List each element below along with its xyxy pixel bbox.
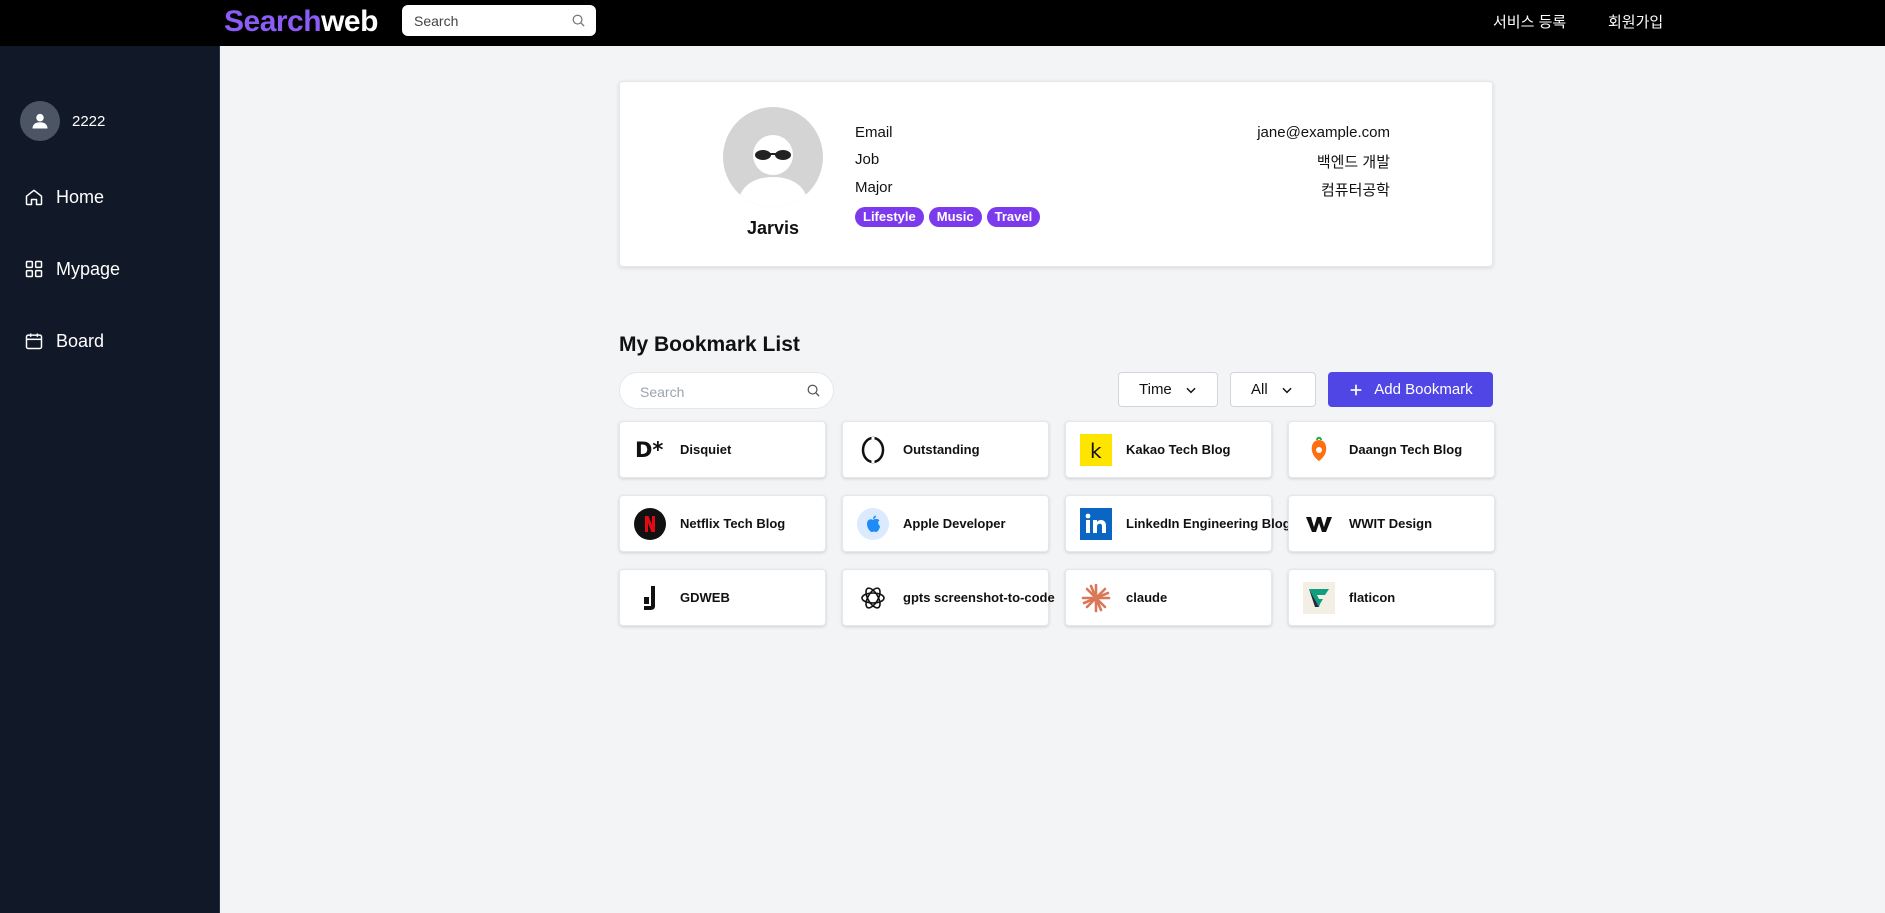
profile-name: Jarvis bbox=[746, 218, 800, 238]
tag-lifestyle: Lifestyle bbox=[855, 207, 924, 227]
bookmark-card[interactable]: Outstanding bbox=[842, 421, 1049, 478]
add-bookmark-label: Add Bookmark bbox=[1374, 381, 1473, 398]
bookmark-name: Outstanding bbox=[903, 442, 980, 457]
bookmark-card[interactable]: LinkedIn Engineering Blog bbox=[1065, 495, 1291, 552]
bookmark-name: Daangn Tech Blog bbox=[1349, 442, 1463, 457]
search-icon[interactable] bbox=[806, 383, 821, 403]
linkedin-logo-icon bbox=[1080, 507, 1112, 540]
header-search-box bbox=[402, 5, 596, 36]
bookmark-card[interactable]: claude bbox=[1065, 569, 1272, 626]
email-value: jane@example.com bbox=[1257, 124, 1390, 141]
filter-select-value: All bbox=[1251, 381, 1268, 398]
sidebar-item-board[interactable]: Board bbox=[24, 326, 104, 356]
openai-logo-icon bbox=[857, 582, 889, 614]
sidebar: 2222 Home Mypage Board bbox=[0, 46, 220, 913]
netflix-logo-icon bbox=[634, 507, 666, 540]
top-bar: Searchweb 서비스 등록 회원가입 bbox=[0, 0, 1885, 46]
bookmark-name: GDWEB bbox=[680, 590, 730, 605]
major-value: 컴퓨터공학 bbox=[1320, 182, 1390, 199]
bookmark-card[interactable]: Daangn Tech Blog bbox=[1288, 421, 1495, 478]
bookmark-card[interactable]: k Kakao Tech Blog bbox=[1065, 421, 1272, 478]
sidebar-user-name: 2222 bbox=[72, 112, 106, 130]
service-register-link[interactable]: 서비스 등록 bbox=[1493, 11, 1566, 32]
bookmark-name: WWIT Design bbox=[1349, 516, 1433, 531]
daangn-logo-icon bbox=[1303, 434, 1335, 466]
tag-music: Music bbox=[928, 207, 982, 227]
bookmark-name: Netflix Tech Blog bbox=[680, 516, 786, 531]
sidebar-item-label: Mypage bbox=[56, 258, 121, 279]
bookmark-card[interactable]: flaticon bbox=[1288, 569, 1495, 626]
chevron-down-icon bbox=[1184, 383, 1198, 397]
bookmark-name: Disquiet bbox=[680, 442, 732, 457]
gdweb-logo-icon bbox=[634, 582, 666, 614]
interest-tags: Lifestyle Music Travel bbox=[855, 207, 1041, 227]
sidebar-user[interactable]: 2222 bbox=[20, 101, 105, 141]
search-icon[interactable] bbox=[571, 13, 586, 33]
bookmark-name: claude bbox=[1126, 590, 1168, 605]
svg-text:D*: D* bbox=[635, 438, 663, 462]
calendar-icon bbox=[24, 331, 44, 351]
bookmark-card[interactable]: Netflix Tech Blog bbox=[619, 495, 826, 552]
bookmark-card[interactable]: gpts screenshot-to-code bbox=[842, 569, 1055, 626]
searchweb-logo[interactable]: Searchweb bbox=[224, 4, 378, 40]
chevron-down-icon bbox=[1280, 383, 1294, 397]
job-label: Job bbox=[855, 151, 880, 168]
bookmark-name: Apple Developer bbox=[903, 516, 1006, 531]
sidebar-item-home[interactable]: Home bbox=[24, 182, 104, 212]
sort-select-value: Time bbox=[1139, 381, 1172, 398]
home-icon bbox=[24, 187, 44, 207]
claude-logo-icon bbox=[1080, 582, 1112, 614]
bookmark-card[interactable]: Apple Developer bbox=[842, 495, 1049, 552]
add-bookmark-button[interactable]: Add Bookmark bbox=[1328, 372, 1493, 407]
bookmark-card[interactable]: D* Disquiet bbox=[619, 421, 826, 478]
sidebar-item-label: Board bbox=[56, 330, 105, 351]
sunglasses-avatar-icon bbox=[737, 135, 809, 207]
outstanding-logo-icon bbox=[857, 434, 889, 466]
bookmark-name: Kakao Tech Blog bbox=[1126, 442, 1231, 457]
filter-select[interactable]: All bbox=[1230, 372, 1316, 407]
signup-link[interactable]: 회원가입 bbox=[1608, 11, 1663, 32]
bookmark-card[interactable]: WWIT Design bbox=[1288, 495, 1495, 552]
major-label: Major bbox=[855, 179, 893, 196]
bookmark-list-title: My Bookmark List bbox=[619, 333, 800, 356]
bookmark-name: flaticon bbox=[1349, 590, 1396, 605]
kakao-logo-icon: k bbox=[1080, 433, 1112, 466]
bookmark-search-input[interactable] bbox=[640, 382, 790, 402]
profile-card: Jarvis Email jane@example.com Job 백엔드 개발… bbox=[619, 81, 1493, 267]
avatar bbox=[20, 101, 60, 141]
sidebar-item-label: Home bbox=[56, 186, 105, 207]
bookmark-name: gpts screenshot-to-code bbox=[903, 590, 1055, 605]
svg-text:k: k bbox=[1090, 439, 1102, 463]
header-search-input[interactable] bbox=[414, 11, 564, 31]
user-icon bbox=[32, 113, 48, 129]
wwit-logo-icon bbox=[1303, 508, 1335, 540]
apple-logo-icon bbox=[857, 507, 889, 540]
bookmark-card[interactable]: GDWEB bbox=[619, 569, 826, 626]
sidebar-item-mypage[interactable]: Mypage bbox=[24, 254, 120, 284]
sort-select[interactable]: Time bbox=[1118, 372, 1218, 407]
tag-travel: Travel bbox=[986, 207, 1041, 227]
bookmark-name: LinkedIn Engineering Blog bbox=[1126, 516, 1291, 531]
bookmark-search-box bbox=[619, 372, 834, 409]
profile-avatar bbox=[723, 107, 823, 207]
grid-icon bbox=[24, 259, 44, 279]
plus-icon bbox=[1348, 382, 1364, 398]
flaticon-logo-icon bbox=[1303, 581, 1335, 614]
job-value: 백엔드 개발 bbox=[1316, 154, 1390, 171]
disquiet-logo-icon: D* bbox=[634, 434, 666, 466]
email-label: Email bbox=[855, 124, 893, 141]
